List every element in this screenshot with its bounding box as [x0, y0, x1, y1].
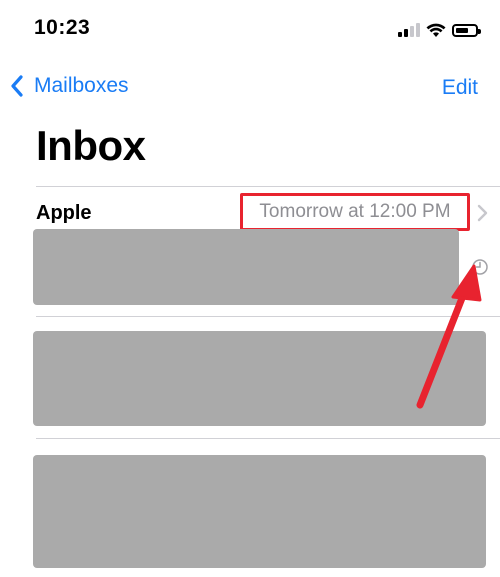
redacted-preview	[33, 229, 459, 305]
clock-icon	[472, 259, 488, 275]
navigation-bar: Mailboxes Edit	[0, 66, 500, 110]
battery-icon	[452, 23, 481, 37]
chevron-right-icon	[477, 204, 488, 222]
wifi-icon	[426, 23, 446, 37]
status-time: 10:23	[34, 16, 91, 39]
status-icons	[398, 19, 481, 41]
page-title: Inbox	[36, 122, 146, 169]
chevron-left-icon	[11, 75, 23, 97]
message-timestamp-highlighted: Tomorrow at 12:00 PM	[240, 193, 470, 231]
status-bar: 10:23	[0, 0, 500, 60]
redacted-message	[33, 455, 486, 568]
more-indicator-icon: ···	[466, 288, 483, 304]
timestamp-text: Tomorrow at 12:00 PM	[259, 201, 451, 222]
sender-name: Apple	[36, 202, 92, 224]
redacted-message	[33, 331, 486, 426]
back-to-mailboxes-button[interactable]: Mailboxes	[10, 74, 129, 98]
title-divider	[36, 186, 500, 187]
row-divider	[36, 316, 500, 317]
back-button-label: Mailboxes	[34, 74, 129, 97]
cellular-signal-icon	[398, 23, 420, 37]
edit-button[interactable]: Edit	[442, 76, 478, 100]
row-divider	[36, 438, 500, 439]
